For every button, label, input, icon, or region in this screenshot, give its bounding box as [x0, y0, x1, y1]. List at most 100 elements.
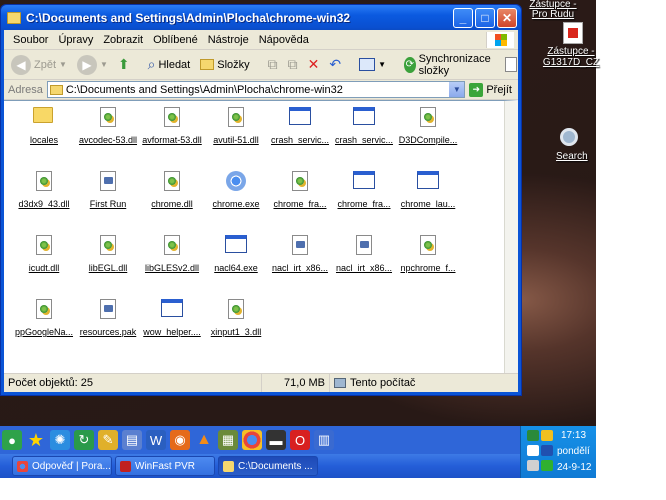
file-name: crash_servic... — [334, 135, 394, 145]
file-item[interactable]: locales — [12, 103, 76, 163]
forward-button[interactable]: ▶ ▼ — [74, 53, 111, 77]
title-bar[interactable]: C:\Documents and Settings\Admin\Plocha\c… — [1, 5, 521, 30]
file-item[interactable]: d3dx9_43.dll — [12, 167, 76, 227]
desktop-search[interactable]: Search — [556, 151, 588, 162]
dll-icon — [161, 107, 183, 131]
file-name: avutil-51.dll — [213, 135, 259, 145]
file-item[interactable]: nacl_irt_x86... — [268, 231, 332, 291]
file-item[interactable]: ppGoogleNa... — [12, 295, 76, 355]
file-item[interactable]: chrome_fra... — [332, 167, 396, 227]
app-icon[interactable]: ● — [2, 430, 22, 450]
clock-time[interactable]: 17:13 — [561, 430, 586, 441]
scrollbar[interactable] — [504, 101, 518, 373]
file-item[interactable]: First Run — [76, 167, 140, 227]
menu-napoveda[interactable]: Nápověda — [254, 34, 314, 46]
file-name: First Run — [89, 199, 127, 209]
file-item[interactable]: chrome.exe — [204, 167, 268, 227]
pinwheel-icon[interactable]: ✺ — [50, 430, 70, 450]
minimize-button[interactable]: _ — [453, 7, 473, 28]
file-item[interactable]: libGLESv2.dll — [140, 231, 204, 291]
vlc-icon[interactable]: ▲ — [194, 430, 214, 450]
address-value: C:\Documents and Settings\Admin\Plocha\c… — [65, 83, 343, 96]
folders-button[interactable]: Složky — [197, 57, 252, 73]
file-item[interactable]: avcodec-53.dll — [76, 103, 140, 163]
paint-icon[interactable]: ✎ — [98, 430, 118, 450]
document-icon[interactable]: ▤ — [122, 430, 142, 450]
properties-button[interactable] — [502, 55, 520, 74]
firefox-icon[interactable]: ◉ — [170, 430, 190, 450]
back-button[interactable]: ◀ Zpět ▼ — [8, 53, 70, 77]
file-item[interactable]: nacl64.exe — [204, 231, 268, 291]
file-item[interactable]: xinput1_3.dll — [204, 295, 268, 355]
check-icon[interactable] — [541, 460, 553, 471]
task-button-explorer[interactable]: C:\Documents ... — [218, 456, 318, 476]
move-to-button[interactable]: ⧉ — [265, 54, 281, 75]
file-name: locales — [29, 135, 58, 145]
file-name: nacl_irt_x86... — [271, 263, 329, 273]
dll-icon — [225, 299, 247, 323]
task-button-browser[interactable]: Odpověď | Pora... — [12, 456, 112, 476]
folder-icon — [33, 107, 55, 131]
back-arrow-icon: ◀ — [11, 54, 31, 75]
task-label: WinFast PVR — [135, 460, 196, 472]
maximize-button[interactable]: □ — [475, 7, 495, 28]
close-button[interactable]: ✕ — [497, 7, 517, 28]
file-item[interactable]: crash_servic... — [268, 103, 332, 163]
file-item[interactable]: resources.pak — [76, 295, 140, 355]
desktop-shortcut-g1317d[interactable]: Zástupce - G1317D_CZ — [540, 46, 602, 68]
go-button[interactable]: ➜ Přejít — [469, 82, 518, 97]
menu-nastroje[interactable]: Nástroje — [203, 34, 254, 46]
menu-soubor[interactable]: Soubor — [8, 34, 53, 46]
search-icon[interactable] — [560, 128, 578, 146]
folders-icon — [200, 59, 215, 70]
file-item[interactable]: wow_helper.... — [140, 295, 204, 355]
network-icon[interactable] — [527, 430, 539, 441]
address-bar: Adresa C:\Documents and Settings\Admin\P… — [4, 80, 518, 100]
folder-icon — [7, 11, 21, 24]
chrome-icon — [17, 460, 28, 472]
menu-oblibene[interactable]: Oblíbené — [148, 34, 203, 46]
menu-zobrazit[interactable]: Zobrazit — [98, 34, 148, 46]
opera-icon[interactable]: O — [290, 430, 310, 450]
undo-button[interactable]: ↶ — [326, 54, 344, 75]
show-desktop-icon[interactable]: ▥ — [314, 430, 334, 450]
file-item[interactable]: avutil-51.dll — [204, 103, 268, 163]
dll-icon — [417, 107, 439, 131]
word-icon[interactable]: W — [146, 430, 166, 450]
clapper-icon[interactable]: ▬ — [266, 430, 286, 450]
speaker-icon[interactable] — [527, 460, 539, 471]
green-arrow-icon[interactable]: ↻ — [74, 430, 94, 450]
file-item[interactable]: chrome_fra... — [268, 167, 332, 227]
file-item[interactable]: npchrome_f... — [396, 231, 460, 291]
file-item[interactable]: chrome.dll — [140, 167, 204, 227]
file-name: chrome_lau... — [400, 199, 456, 209]
address-dropdown-icon[interactable]: ▼ — [449, 82, 465, 97]
chrome-icon[interactable] — [242, 430, 262, 450]
desktop-shortcut-pro-rudu[interactable]: Zástupce - Pro Rudu — [522, 0, 584, 20]
file-item[interactable]: D3DCompile... — [396, 103, 460, 163]
dll-icon — [225, 107, 247, 131]
monitor-icon[interactable] — [541, 445, 553, 456]
file-item[interactable]: icudt.dll — [12, 231, 76, 291]
menu-upravy[interactable]: Úpravy — [53, 34, 98, 46]
file-item[interactable]: chrome_lau... — [396, 167, 460, 227]
film-icon[interactable]: ▦ — [218, 430, 238, 450]
mail-icon[interactable] — [527, 445, 539, 456]
task-button-winfast[interactable]: WinFast PVR — [115, 456, 215, 476]
search-button[interactable]: ⌕ Hledat — [145, 54, 194, 75]
folder-icon — [223, 460, 234, 472]
file-item[interactable]: crash_servic... — [332, 103, 396, 163]
star-icon[interactable]: ★ — [26, 430, 46, 450]
copy-to-button[interactable]: ⧉ — [285, 54, 301, 75]
file-item[interactable]: nacl_irt_x86... — [332, 231, 396, 291]
security-icon[interactable] — [541, 430, 553, 441]
address-input[interactable]: C:\Documents and Settings\Admin\Plocha\c… — [46, 81, 466, 98]
up-folder-button[interactable]: ⬆ — [115, 54, 133, 75]
copy-to-icon: ⧉ — [287, 56, 298, 72]
views-button[interactable]: ▼ — [356, 56, 389, 73]
file-item[interactable]: libEGL.dll — [76, 231, 140, 291]
sync-folder-button[interactable]: ⟳ Synchronizace složky — [401, 51, 498, 79]
pdf-shortcut-icon[interactable] — [563, 22, 583, 44]
delete-button[interactable]: ✕ — [305, 54, 323, 75]
file-item[interactable]: avformat-53.dll — [140, 103, 204, 163]
